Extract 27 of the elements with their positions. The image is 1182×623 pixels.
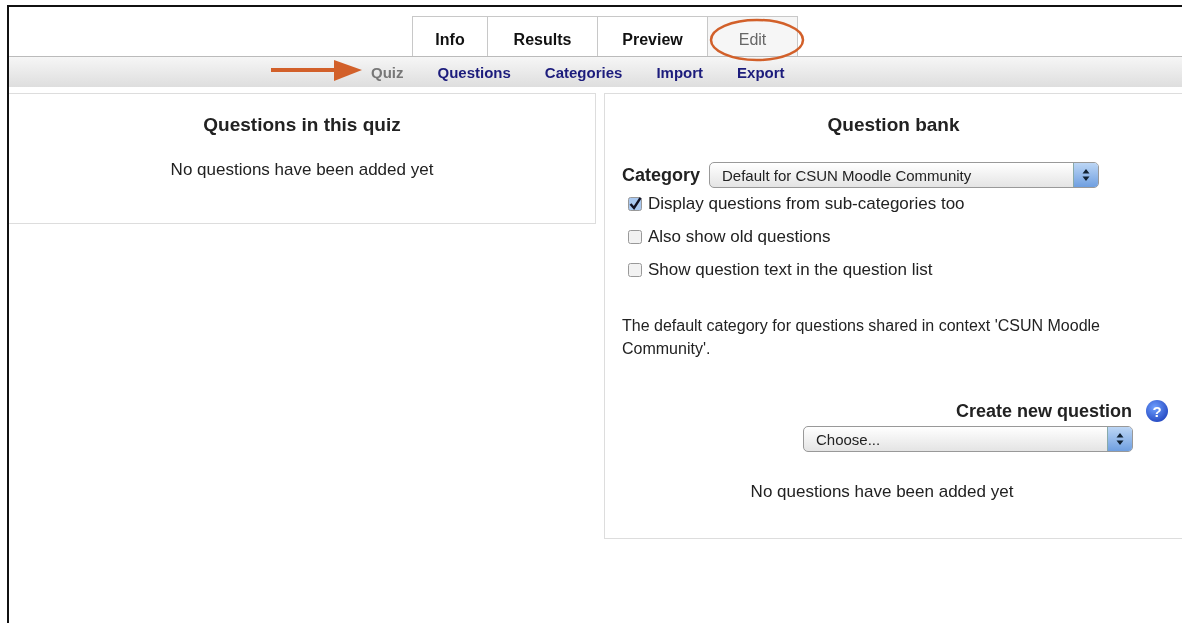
subnav-link[interactable]: Categories <box>544 63 623 81</box>
checkbox-label: Show question text in the question list <box>648 260 933 280</box>
tab[interactable]: Preview <box>598 16 708 56</box>
category-description: The default category for questions shared in context 'CSUN Moodle Community'. <box>622 316 1101 359</box>
tab[interactable]: Edit <box>708 16 798 56</box>
subnav-link[interactable]: Export <box>737 63 785 81</box>
checkbox[interactable] <box>628 230 642 244</box>
panel-title: Questions in this quiz <box>203 114 401 136</box>
checkbox[interactable] <box>628 263 642 277</box>
empty-message: No questions have been added yet <box>170 160 434 180</box>
category-select[interactable]: Default for CSUN Moodle Community <box>709 162 1100 188</box>
question-type-select[interactable]: Choose... <box>803 426 1133 452</box>
subnav-link[interactable]: Questions <box>437 63 511 81</box>
tab[interactable]: Info <box>412 16 488 56</box>
checkbox-label: Display questions from sub-categories too <box>648 194 965 214</box>
tab[interactable]: Results <box>488 16 598 56</box>
stepper-icon <box>1115 432 1125 446</box>
panel-title: Question bank <box>826 114 961 136</box>
subnav-link[interactable]: Import <box>656 63 704 81</box>
checkbox-label: Also show old questions <box>648 227 831 247</box>
empty-message: No questions have been added yet <box>750 482 1014 501</box>
checkbox[interactable] <box>628 197 642 211</box>
subnav-link[interactable]: Quiz <box>371 63 404 81</box>
category-label: Category <box>622 164 701 186</box>
help-icon[interactable]: ? <box>1146 400 1168 422</box>
stepper-icon <box>1081 168 1092 182</box>
create-question-label: Create new question <box>955 400 1132 422</box>
